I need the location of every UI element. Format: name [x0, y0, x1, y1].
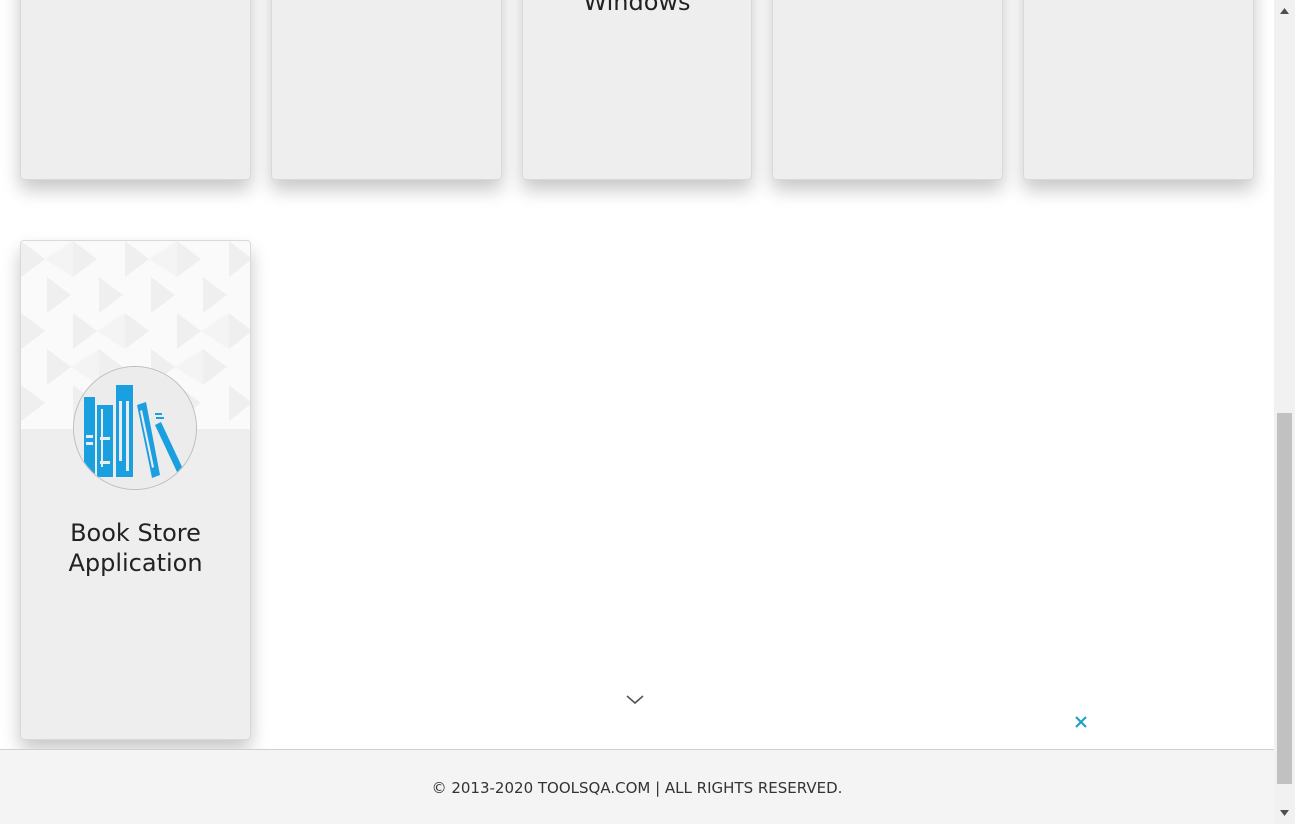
category-card-2[interactable]: [271, 0, 502, 180]
book-store-title-line2: Application: [68, 549, 203, 577]
chevron-down-icon[interactable]: [624, 692, 646, 708]
books-icon: [73, 366, 197, 490]
page-viewport: Windows Book Store Application © 2013-20…: [0, 0, 1274, 824]
footer-copyright: © 2013-2020 TOOLSQA.COM | ALL RIGHTS RES…: [431, 779, 843, 797]
book-store-title-line1: Book Store: [70, 519, 201, 547]
scrollbar-thumb[interactable]: [1277, 413, 1292, 784]
vertical-scrollbar[interactable]: [1274, 0, 1295, 824]
category-card-1[interactable]: [20, 0, 251, 180]
category-card-alerts-frame-windows[interactable]: Windows: [522, 0, 752, 180]
category-card-book-store[interactable]: Book Store Application: [20, 240, 251, 740]
category-card-4[interactable]: [772, 0, 1003, 180]
card-title: Windows: [583, 0, 691, 16]
scroll-up-arrow-icon[interactable]: [1274, 0, 1295, 20]
scroll-down-arrow-icon[interactable]: [1274, 804, 1295, 824]
category-card-5[interactable]: [1023, 0, 1254, 180]
close-icon[interactable]: [1071, 712, 1091, 732]
page-footer: © 2013-2020 TOOLSQA.COM | ALL RIGHTS RES…: [0, 749, 1274, 824]
